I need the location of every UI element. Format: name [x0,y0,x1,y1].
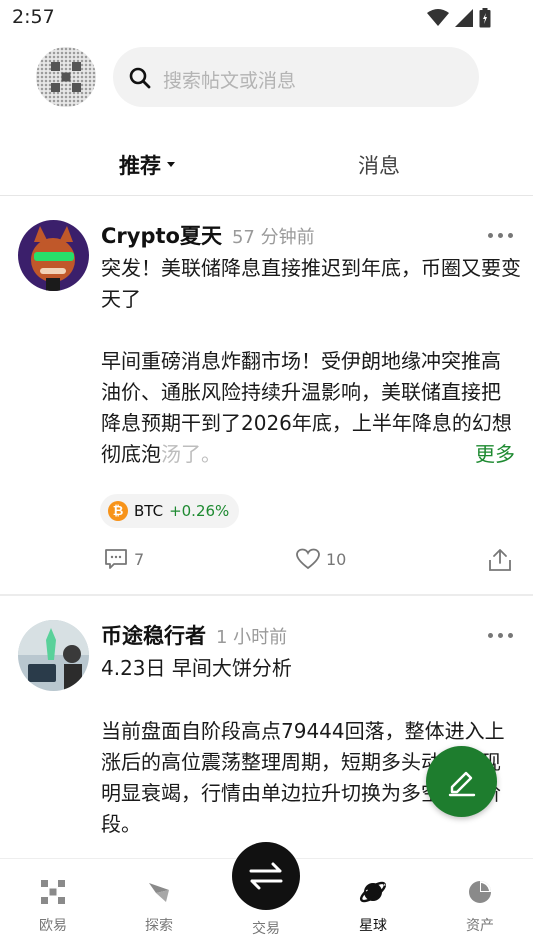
comment-count: 7 [134,549,145,569]
post-actions: 7 10 [0,548,533,578]
tab-recommend-label: 推荐 [119,154,161,178]
status-icons [427,8,491,28]
read-more-link[interactable]: 更多 [473,439,515,470]
more-options-icon[interactable] [488,233,513,238]
feed-tabs: 推荐 消息 [0,140,533,196]
post-body-faded: 汤了。 [161,442,221,466]
comment-button[interactable]: 7 [104,548,144,570]
nav-discover[interactable]: 探索 [129,877,189,935]
post-card[interactable]: 币途稳行者 1 小时前 4.23日 早间大饼分析 当前盘面自阶段高点79444回落… [0,598,533,858]
my-avatar[interactable] [36,47,96,107]
status-time: 2:57 [12,6,55,28]
pie-chart-icon [469,881,491,903]
tab-messages[interactable]: 消息 [358,150,400,180]
post-time: 57 分钟前 [231,227,315,248]
more-options-icon[interactable] [488,633,513,638]
bitcoin-icon: ₿ [108,501,128,521]
caret-down-icon [167,161,175,167]
post-card[interactable]: Crypto夏天 57 分钟前 突发！美联储降息直接推迟到年底，币圈又要变天了 早… [0,198,533,596]
post-title: 4.23日 早间大饼分析 [101,656,292,680]
compass-icon [149,883,169,902]
post-title: 突发！美联储降息直接推迟到年底，币圈又要变天了 [101,256,521,311]
header: 搜索帖文或消息 [0,44,533,110]
tab-recommend[interactable]: 推荐 [119,150,175,180]
author-avatar[interactable] [18,220,89,291]
author-name-text: Crypto夏天 [101,224,222,248]
like-button[interactable]: 10 [296,548,346,570]
search-bar[interactable]: 搜索帖文或消息 [113,47,479,107]
nav-trade-label: 交易 [252,921,280,937]
search-icon [129,67,151,89]
nav-home-label: 欧易 [39,918,67,934]
okx-logo-icon [41,880,65,904]
author-avatar[interactable] [18,620,89,691]
like-count: 10 [326,549,347,569]
nav-trade-button[interactable] [232,842,300,910]
search-placeholder: 搜索帖文或消息 [163,70,297,92]
post-time: 1 小时前 [216,627,288,648]
pencil-icon [448,771,475,796]
fox-avatar-icon [18,220,89,291]
battery-icon [479,8,491,28]
compose-post-button[interactable] [426,746,497,817]
nav-assets-label: 资产 [466,918,494,934]
wifi-icon [427,9,449,26]
swap-arrows-icon [249,862,283,890]
cellular-signal-icon [455,9,473,27]
nav-discover-label: 探索 [145,918,173,934]
nav-planet-label: 星球 [359,918,387,934]
nav-planet[interactable]: 星球 [343,877,403,935]
post-body: 早间重磅消息炸翻市场！受伊朗地缘冲突推高油价、通胀风险持续升温影响，美联储直接把… [101,346,515,470]
coin-change: +0.26% [169,502,230,520]
status-bar: 2:57 [0,0,533,36]
author-name-text: 币途稳行者 [101,624,206,648]
okx-logo-icon [51,62,81,92]
nav-home[interactable]: 欧易 [23,877,83,935]
comment-icon [105,549,127,569]
coin-tag[interactable]: ₿ BTC +0.26% [100,494,240,528]
nav-assets[interactable]: 资产 [450,877,510,935]
share-button[interactable] [488,548,512,572]
author-photo-icon [18,620,89,691]
author-name[interactable]: Crypto夏天 57 分钟前 [101,220,315,250]
planet-icon [359,881,387,903]
coin-symbol: BTC [134,502,164,520]
heart-icon [296,548,320,570]
author-name[interactable]: 币途稳行者 1 小时前 [101,620,287,650]
share-icon [489,549,511,571]
